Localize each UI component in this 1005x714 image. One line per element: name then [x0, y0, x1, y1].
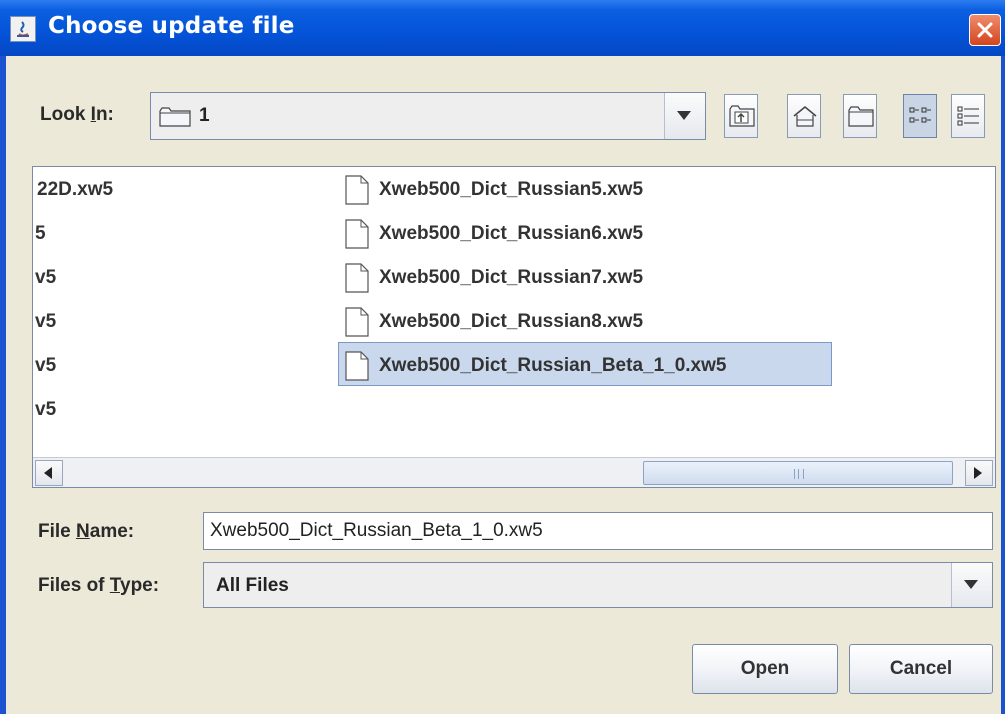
- look-in-combobox[interactable]: 1: [150, 92, 706, 140]
- file-name-label-pre: File: [38, 521, 77, 542]
- file-type-combobox[interactable]: All Files: [203, 562, 993, 608]
- look-in-label-text: Look: [40, 104, 91, 125]
- chevron-down-icon: [964, 580, 978, 589]
- new-folder-button[interactable]: [843, 94, 877, 138]
- list-item[interactable]: Xweb500_Dict_Russian7.xw5: [379, 267, 643, 289]
- look-in-dropdown-button[interactable]: [664, 93, 705, 139]
- title-bar[interactable]: Choose update file: [0, 0, 1005, 56]
- home-icon: [793, 106, 817, 127]
- file-chooser-dialog: Choose update file Look In: 1 22D.xw5 5 …: [0, 0, 1005, 714]
- file-name-input[interactable]: [203, 512, 993, 550]
- file-type-label-post: ype:: [120, 575, 160, 596]
- folder-icon: [159, 107, 191, 127]
- file-type-label: Files of Type:: [38, 575, 159, 597]
- list-item[interactable]: Xweb500_Dict_Russian8.xw5: [379, 311, 643, 333]
- file-icon: [345, 219, 369, 249]
- scroll-right-button[interactable]: [965, 460, 993, 486]
- list-view-icon: [909, 107, 931, 123]
- scroll-left-button[interactable]: [35, 460, 63, 486]
- list-item[interactable]: 5: [35, 223, 46, 245]
- file-name-mnemonic: N: [76, 521, 90, 542]
- scrollbar-thumb[interactable]: [643, 461, 953, 485]
- home-button[interactable]: [787, 94, 821, 138]
- arrow-left-icon: [44, 467, 52, 479]
- list-item[interactable]: Xweb500_Dict_Russian6.xw5: [379, 223, 643, 245]
- grip-icon: [794, 469, 804, 479]
- java-app-icon: [10, 16, 36, 42]
- folder-up-icon: [729, 105, 755, 127]
- details-view-icon: [957, 106, 979, 126]
- look-in-label: Look In:: [40, 104, 114, 126]
- file-icon: [345, 351, 369, 381]
- window-title: Choose update file: [48, 13, 295, 39]
- horizontal-scrollbar[interactable]: [33, 457, 995, 487]
- new-folder-icon: [848, 106, 874, 127]
- look-in-value: 1: [199, 105, 210, 126]
- file-icon: [345, 263, 369, 293]
- list-view-button[interactable]: [903, 94, 937, 138]
- file-type-label-pre: Files of: [38, 575, 110, 596]
- list-item[interactable]: v5: [35, 267, 56, 289]
- list-item[interactable]: v5: [35, 355, 56, 377]
- list-item[interactable]: v5: [35, 399, 56, 421]
- file-icon: [345, 307, 369, 337]
- look-in-label-suffix: n:: [95, 104, 114, 125]
- file-name-label: File Name:: [38, 521, 134, 543]
- up-one-level-button[interactable]: [724, 94, 758, 138]
- list-item[interactable]: v5: [35, 311, 56, 333]
- open-button[interactable]: Open: [692, 644, 838, 694]
- details-view-button[interactable]: [951, 94, 985, 138]
- chevron-down-icon: [677, 111, 691, 120]
- list-item-selected[interactable]: Xweb500_Dict_Russian_Beta_1_0.xw5: [379, 355, 726, 377]
- file-type-value: All Files: [216, 575, 289, 596]
- list-item[interactable]: 22D.xw5: [37, 179, 113, 201]
- close-icon: [977, 22, 993, 38]
- file-type-mnemonic: T: [109, 575, 120, 596]
- file-type-dropdown-button[interactable]: [951, 563, 992, 607]
- close-button[interactable]: [969, 14, 1001, 46]
- list-item[interactable]: Xweb500_Dict_Russian5.xw5: [379, 179, 643, 201]
- file-name-label-post: ame:: [89, 521, 135, 542]
- arrow-right-icon: [974, 467, 982, 479]
- file-list[interactable]: 22D.xw5 5 v5 v5 v5 v5 Xweb500_Dict_Russi…: [32, 166, 996, 488]
- cancel-button[interactable]: Cancel: [849, 644, 993, 694]
- file-icon: [345, 175, 369, 205]
